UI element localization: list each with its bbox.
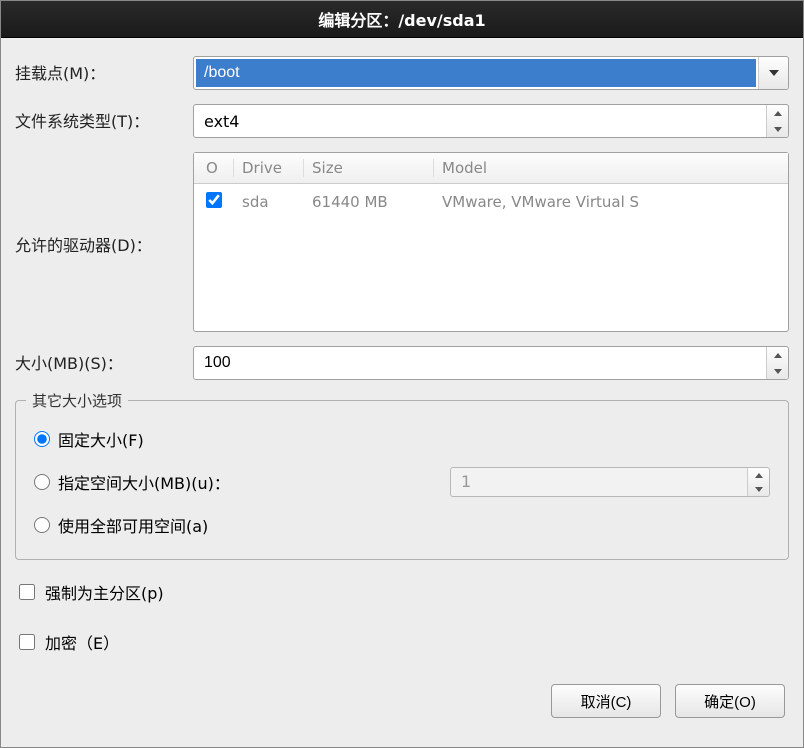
encrypt-row[interactable]: 加密（E）: [15, 624, 789, 660]
fixed-size-radio-row[interactable]: 固定大小(F): [30, 419, 774, 459]
other-size-options-title: 其它大小选项: [26, 390, 128, 411]
specify-space-label: 指定空间大小(MB)(u)：: [58, 470, 230, 494]
specify-space-spinner: 1: [450, 467, 770, 497]
fs-type-spinner[interactable]: [766, 105, 788, 137]
dialog-buttons: 取消(C) 确定(O): [15, 674, 789, 718]
size-row: 大小(MB)(S)：: [15, 346, 789, 380]
drives-header-drive: Drive: [234, 159, 304, 177]
fixed-size-label: 固定大小(F): [58, 427, 144, 451]
fs-type-combo[interactable]: ext4: [193, 104, 789, 138]
drive-checkbox[interactable]: [206, 192, 222, 208]
size-input[interactable]: [194, 347, 766, 379]
spinner-up-icon[interactable]: [767, 347, 788, 363]
use-all-space-radio-row[interactable]: 使用全部可用空间(a): [30, 505, 774, 545]
fs-type-value: ext4: [194, 105, 766, 137]
force-primary-row[interactable]: 强制为主分区(p): [15, 574, 789, 610]
drives-header-size: Size: [304, 159, 434, 177]
chevron-down-icon: [769, 70, 779, 76]
spinner-down-icon: [748, 482, 769, 496]
spinner-up-icon: [748, 468, 769, 482]
size-spinner[interactable]: [193, 346, 789, 380]
drive-row[interactable]: sda 61440 MB VMware, VMware Virtual S: [194, 184, 788, 220]
specify-space-radio-row: 指定空间大小(MB)(u)： 1: [30, 459, 774, 505]
spinner-up-icon[interactable]: [767, 105, 788, 121]
allowed-drives-row: 允许的驱动器(D)： O Drive Size Model sda 61440 …: [15, 152, 789, 332]
fs-type-label: 文件系统类型(T)：: [15, 104, 183, 132]
other-size-options-group: 其它大小选项 固定大小(F) 指定空间大小(MB)(u)： 1: [15, 400, 789, 560]
mount-point-combo[interactable]: [193, 56, 789, 90]
mount-point-dropdown-button[interactable]: [758, 57, 788, 89]
mount-point-row: 挂载点(M)：: [15, 56, 789, 90]
drives-header: O Drive Size Model: [194, 153, 788, 184]
force-primary-label: 强制为主分区(p): [45, 580, 164, 604]
fs-type-row: 文件系统类型(T)： ext4: [15, 104, 789, 138]
drives-list[interactable]: O Drive Size Model sda 61440 MB VMware, …: [193, 152, 789, 332]
encrypt-checkbox[interactable]: [19, 634, 35, 650]
mount-point-input[interactable]: [196, 59, 756, 87]
dialog-content: 挂载点(M)： 文件系统类型(T)： ext4: [1, 38, 803, 747]
allowed-drives-label: 允许的驱动器(D)：: [15, 228, 183, 256]
fixed-size-radio[interactable]: [34, 431, 50, 447]
drives-header-o: O: [204, 159, 234, 177]
specify-space-value: 1: [451, 468, 747, 496]
specify-space-radio[interactable]: [34, 474, 50, 490]
encrypt-label: 加密（E）: [45, 630, 119, 654]
drive-size: 61440 MB: [304, 193, 434, 211]
use-all-space-label: 使用全部可用空间(a): [58, 513, 208, 537]
cancel-button[interactable]: 取消(C): [551, 684, 661, 718]
ok-button[interactable]: 确定(O): [675, 684, 785, 718]
drives-header-model: Model: [434, 159, 778, 177]
edit-partition-dialog: 编辑分区：/dev/sda1 挂载点(M)： 文件系统类型(T)： ext4: [0, 0, 804, 748]
spinner-down-icon[interactable]: [767, 121, 788, 137]
size-spinner-buttons[interactable]: [766, 347, 788, 379]
window-title: 编辑分区：/dev/sda1: [1, 1, 803, 38]
specify-space-spinner-buttons: [747, 468, 769, 496]
size-label: 大小(MB)(S)：: [15, 346, 183, 374]
use-all-space-radio[interactable]: [34, 517, 50, 533]
drive-name: sda: [234, 193, 304, 211]
spinner-down-icon[interactable]: [767, 363, 788, 379]
drive-model: VMware, VMware Virtual S: [434, 193, 778, 211]
force-primary-checkbox[interactable]: [19, 584, 35, 600]
mount-point-label: 挂载点(M)：: [15, 56, 183, 84]
